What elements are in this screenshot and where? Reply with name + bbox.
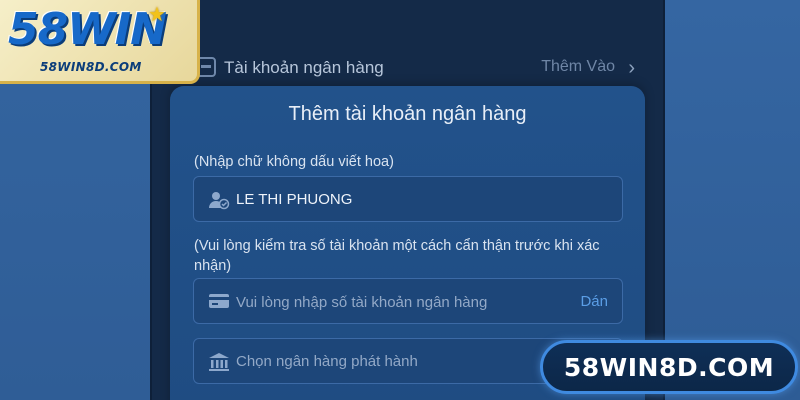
account-number-input[interactable] [236,291,566,313]
star-icon: ★ [148,4,166,26]
logo-wordmark: 58WIN [8,4,167,55]
paste-button[interactable]: Dán [580,293,608,310]
bank-icon [208,352,230,372]
user-check-icon [208,190,230,210]
account-holder-value: LE THI PHUONG [236,191,353,208]
bank-account-row[interactable]: Tài khoản ngân hàng Thêm Vào › [150,48,665,88]
bank-account-label: Tài khoản ngân hàng [224,58,384,77]
card-icon [208,292,230,312]
chevron-right-icon: › [628,57,635,79]
domain-badge: 58WIN8D.COM [540,340,798,394]
account-holder-field[interactable]: LE THI PHUONG [193,176,623,222]
bank-select-placeholder: Chọn ngân hàng phát hành [236,353,418,370]
brand-logo: 58WIN ★ 58WIN8D.COM [0,0,200,84]
add-bank-button[interactable]: Thêm Vào [541,58,615,76]
domain-badge-text: 58WIN8D.COM [563,352,775,382]
account-number-hint: (Vui lòng kiểm tra số tài khoản một cách… [194,238,600,274]
name-hint: (Nhập chữ không dấu viết hoa) [194,154,394,170]
modal-title: Thêm tài khoản ngân hàng [288,103,527,125]
logo-domain: 58WIN8D.COM [40,60,142,74]
account-number-field[interactable]: Dán [193,278,623,324]
